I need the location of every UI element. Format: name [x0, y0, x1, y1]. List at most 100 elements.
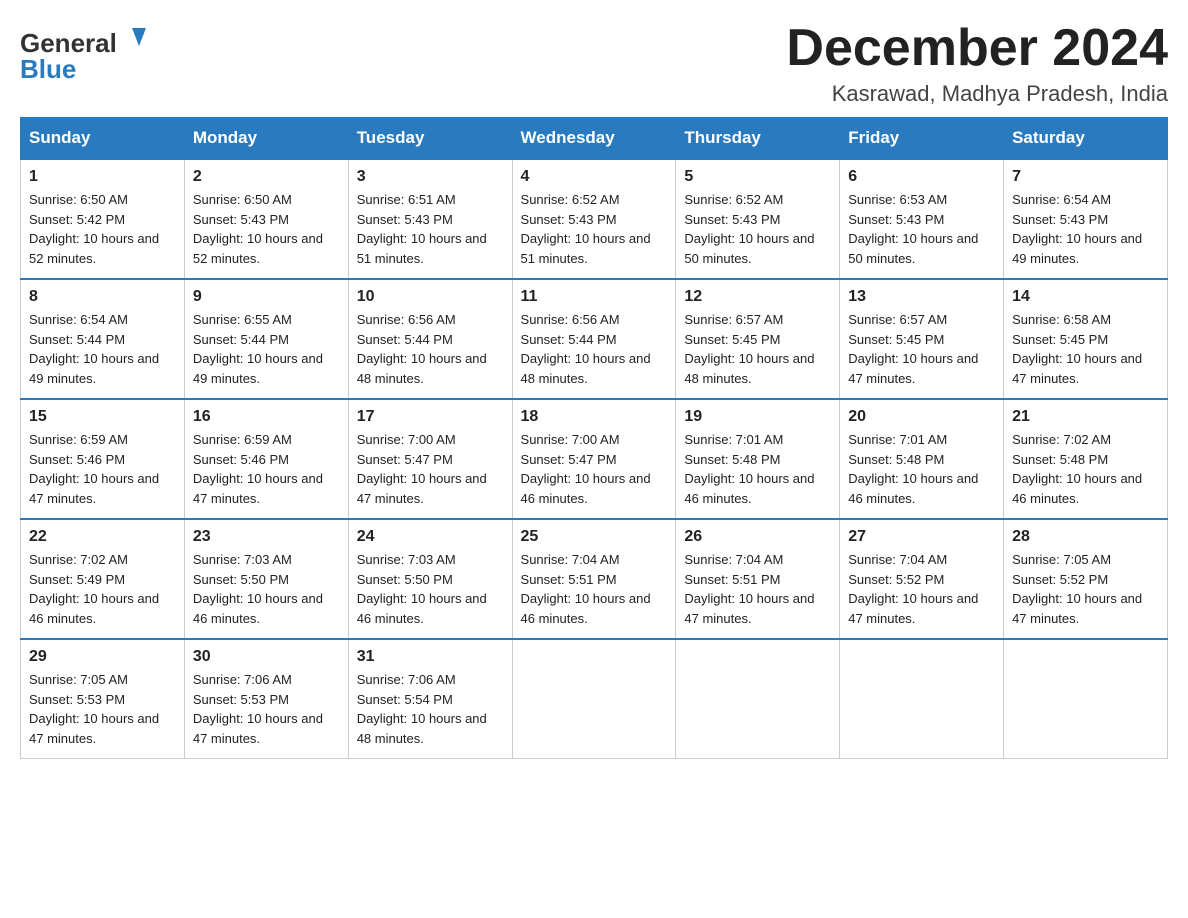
day-number: 2 [193, 168, 340, 186]
calendar-day-cell [840, 639, 1004, 759]
calendar-day-cell: 16Sunrise: 6:59 AMSunset: 5:46 PMDayligh… [184, 399, 348, 519]
day-number: 7 [1012, 168, 1159, 186]
day-number: 28 [1012, 528, 1159, 546]
day-number: 31 [357, 648, 504, 666]
calendar-week-row: 29Sunrise: 7:05 AMSunset: 5:53 PMDayligh… [21, 639, 1168, 759]
day-of-week-header: Sunday [21, 118, 185, 160]
day-info: Sunrise: 6:52 AMSunset: 5:43 PMDaylight:… [684, 190, 831, 268]
logo-area: General Blue [20, 20, 150, 90]
calendar-day-cell: 1 Sunrise: 6:50 AMSunset: 5:42 PMDaylight… [21, 159, 185, 279]
day-number: 5 [684, 168, 831, 186]
day-number: 21 [1012, 408, 1159, 426]
calendar-day-cell: 5 Sunrise: 6:52 AMSunset: 5:43 PMDaylight… [676, 159, 840, 279]
day-number: 19 [684, 408, 831, 426]
calendar-day-cell: 3 Sunrise: 6:51 AMSunset: 5:43 PMDaylight… [348, 159, 512, 279]
day-info: Sunrise: 7:04 AMSunset: 5:51 PMDaylight:… [521, 550, 668, 628]
calendar-day-cell: 21Sunrise: 7:02 AMSunset: 5:48 PMDayligh… [1004, 399, 1168, 519]
day-number: 4 [521, 168, 668, 186]
calendar-week-row: 15 Sunrise: 6:59 AMSunset: 5:46 PMDayligh… [21, 399, 1168, 519]
day-of-week-header: Wednesday [512, 118, 676, 160]
day-info: Sunrise: 6:50 AMSunset: 5:42 PMDaylight:… [29, 190, 176, 268]
day-number: 8 [29, 288, 176, 306]
day-info: Sunrise: 6:59 AMSunset: 5:46 PMDaylight:… [29, 430, 176, 508]
calendar-day-cell: 6 Sunrise: 6:53 AMSunset: 5:43 PMDaylight… [840, 159, 1004, 279]
day-info: Sunrise: 7:06 AMSunset: 5:53 PMDaylight:… [193, 670, 340, 748]
day-of-week-header: Tuesday [348, 118, 512, 160]
day-number: 6 [848, 168, 995, 186]
calendar-day-cell: 7 Sunrise: 6:54 AMSunset: 5:43 PMDaylight… [1004, 159, 1168, 279]
calendar-day-cell: 26Sunrise: 7:04 AMSunset: 5:51 PMDayligh… [676, 519, 840, 639]
calendar-day-cell [512, 639, 676, 759]
calendar-day-cell: 30 Sunrise: 7:06 AMSunset: 5:53 PMDayligh… [184, 639, 348, 759]
calendar-week-row: 22Sunrise: 7:02 AMSunset: 5:49 PMDayligh… [21, 519, 1168, 639]
day-info: Sunrise: 7:05 AMSunset: 5:52 PMDaylight:… [1012, 550, 1159, 628]
day-number: 20 [848, 408, 995, 426]
calendar-table: SundayMondayTuesdayWednesdayThursdayFrid… [20, 117, 1168, 759]
calendar-day-cell: 24Sunrise: 7:03 AMSunset: 5:50 PMDayligh… [348, 519, 512, 639]
day-info: Sunrise: 7:02 AMSunset: 5:49 PMDaylight:… [29, 550, 176, 628]
day-info: Sunrise: 6:57 AMSunset: 5:45 PMDaylight:… [684, 310, 831, 388]
day-info: Sunrise: 7:01 AMSunset: 5:48 PMDaylight:… [848, 430, 995, 508]
day-number: 30 [193, 648, 340, 666]
day-of-week-header: Monday [184, 118, 348, 160]
calendar-day-cell: 9 Sunrise: 6:55 AMSunset: 5:44 PMDaylight… [184, 279, 348, 399]
day-number: 23 [193, 528, 340, 546]
calendar-day-cell: 2 Sunrise: 6:50 AMSunset: 5:43 PMDaylight… [184, 159, 348, 279]
day-info: Sunrise: 6:56 AMSunset: 5:44 PMDaylight:… [521, 310, 668, 388]
day-number: 14 [1012, 288, 1159, 306]
day-number: 13 [848, 288, 995, 306]
day-number: 12 [684, 288, 831, 306]
day-number: 24 [357, 528, 504, 546]
day-info: Sunrise: 6:51 AMSunset: 5:43 PMDaylight:… [357, 190, 504, 268]
day-info: Sunrise: 6:59 AMSunset: 5:46 PMDaylight:… [193, 430, 340, 508]
day-number: 25 [521, 528, 668, 546]
day-info: Sunrise: 7:05 AMSunset: 5:53 PMDaylight:… [29, 670, 176, 748]
calendar-day-cell: 22Sunrise: 7:02 AMSunset: 5:49 PMDayligh… [21, 519, 185, 639]
title-area: December 2024 Kasrawad, Madhya Pradesh, … [786, 20, 1168, 107]
day-info: Sunrise: 6:54 AMSunset: 5:43 PMDaylight:… [1012, 190, 1159, 268]
day-info: Sunrise: 6:50 AMSunset: 5:43 PMDaylight:… [193, 190, 340, 268]
calendar-day-cell: 28 Sunrise: 7:05 AMSunset: 5:52 PMDayligh… [1004, 519, 1168, 639]
day-info: Sunrise: 7:03 AMSunset: 5:50 PMDaylight:… [193, 550, 340, 628]
day-number: 1 [29, 168, 176, 186]
calendar-day-cell: 14 Sunrise: 6:58 AMSunset: 5:45 PMDayligh… [1004, 279, 1168, 399]
calendar-day-cell: 4 Sunrise: 6:52 AMSunset: 5:43 PMDaylight… [512, 159, 676, 279]
calendar-day-cell [676, 639, 840, 759]
day-number: 15 [29, 408, 176, 426]
calendar-day-cell: 15 Sunrise: 6:59 AMSunset: 5:46 PMDayligh… [21, 399, 185, 519]
location-title: Kasrawad, Madhya Pradesh, India [786, 81, 1168, 107]
day-of-week-header: Thursday [676, 118, 840, 160]
month-title: December 2024 [786, 20, 1168, 77]
day-info: Sunrise: 7:00 AMSunset: 5:47 PMDaylight:… [357, 430, 504, 508]
logo-svg: General Blue [20, 20, 150, 90]
day-number: 27 [848, 528, 995, 546]
day-number: 17 [357, 408, 504, 426]
day-number: 10 [357, 288, 504, 306]
calendar-day-cell: 18Sunrise: 7:00 AMSunset: 5:47 PMDayligh… [512, 399, 676, 519]
day-info: Sunrise: 7:01 AMSunset: 5:48 PMDaylight:… [684, 430, 831, 508]
day-info: Sunrise: 6:57 AMSunset: 5:45 PMDaylight:… [848, 310, 995, 388]
day-info: Sunrise: 6:56 AMSunset: 5:44 PMDaylight:… [357, 310, 504, 388]
day-info: Sunrise: 7:06 AMSunset: 5:54 PMDaylight:… [357, 670, 504, 748]
calendar-week-row: 1 Sunrise: 6:50 AMSunset: 5:42 PMDaylight… [21, 159, 1168, 279]
day-number: 26 [684, 528, 831, 546]
calendar-day-cell: 10 Sunrise: 6:56 AMSunset: 5:44 PMDayligh… [348, 279, 512, 399]
day-info: Sunrise: 6:53 AMSunset: 5:43 PMDaylight:… [848, 190, 995, 268]
calendar-day-cell: 12 Sunrise: 6:57 AMSunset: 5:45 PMDayligh… [676, 279, 840, 399]
svg-text:Blue: Blue [20, 54, 76, 84]
day-number: 9 [193, 288, 340, 306]
day-number: 3 [357, 168, 504, 186]
day-number: 11 [521, 288, 668, 306]
day-info: Sunrise: 6:54 AMSunset: 5:44 PMDaylight:… [29, 310, 176, 388]
calendar-day-cell: 23 Sunrise: 7:03 AMSunset: 5:50 PMDayligh… [184, 519, 348, 639]
calendar-header-row: SundayMondayTuesdayWednesdayThursdayFrid… [21, 118, 1168, 160]
day-info: Sunrise: 6:52 AMSunset: 5:43 PMDaylight:… [521, 190, 668, 268]
calendar-day-cell: 20 Sunrise: 7:01 AMSunset: 5:48 PMDayligh… [840, 399, 1004, 519]
day-info: Sunrise: 6:58 AMSunset: 5:45 PMDaylight:… [1012, 310, 1159, 388]
calendar-day-cell: 25 Sunrise: 7:04 AMSunset: 5:51 PMDayligh… [512, 519, 676, 639]
day-of-week-header: Saturday [1004, 118, 1168, 160]
day-info: Sunrise: 7:00 AMSunset: 5:47 PMDaylight:… [521, 430, 668, 508]
day-info: Sunrise: 6:55 AMSunset: 5:44 PMDaylight:… [193, 310, 340, 388]
calendar-day-cell: 17 Sunrise: 7:00 AMSunset: 5:47 PMDayligh… [348, 399, 512, 519]
calendar-week-row: 8 Sunrise: 6:54 AMSunset: 5:44 PMDaylight… [21, 279, 1168, 399]
